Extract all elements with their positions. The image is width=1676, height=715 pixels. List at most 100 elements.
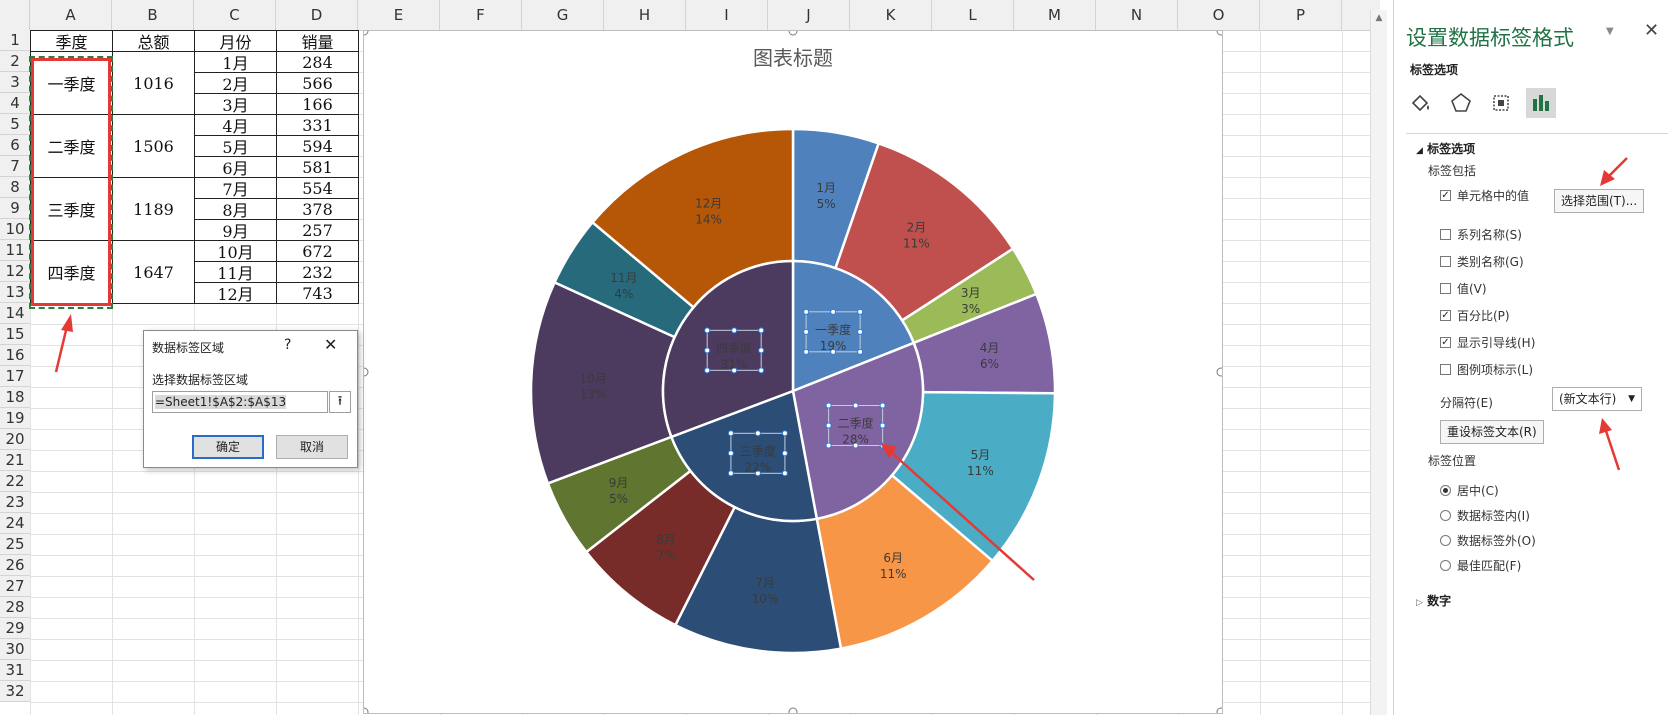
label-options-tab[interactable] xyxy=(1526,88,1556,118)
month-cell[interactable]: 11月 xyxy=(194,261,277,283)
sales-cell[interactable]: 331 xyxy=(276,114,359,136)
label-resize-handle[interactable] xyxy=(879,422,886,429)
row-header-12[interactable]: 12 xyxy=(0,261,30,282)
label-resize-handle[interactable] xyxy=(781,450,788,457)
select-range-button[interactable]: 选择范围(T)... xyxy=(1554,189,1645,213)
total-cell[interactable]: 1647 xyxy=(112,240,195,304)
column-header-M[interactable]: M xyxy=(1014,0,1096,30)
label-resize-handle[interactable] xyxy=(879,442,886,449)
pane-options-icon[interactable]: ▼ xyxy=(1606,26,1614,37)
checkbox-unchecked-icon[interactable] xyxy=(1440,229,1451,240)
close-icon[interactable]: ✕ xyxy=(1644,20,1659,41)
checkbox-option[interactable]: ✓ 显示引导线(H) xyxy=(1440,334,1535,351)
chart-resize-handle[interactable] xyxy=(359,367,369,377)
total-cell[interactable]: 1189 xyxy=(112,177,195,241)
sales-cell[interactable]: 166 xyxy=(276,93,359,115)
total-cell[interactable]: 1016 xyxy=(112,51,195,115)
effects-tab[interactable] xyxy=(1446,88,1476,118)
chart-resize-handle[interactable] xyxy=(1216,707,1226,715)
checkbox-checked-icon[interactable]: ✓ xyxy=(1440,337,1451,348)
checkbox-option[interactable]: 值(V) xyxy=(1440,280,1487,297)
table-header-cell[interactable]: 月份 xyxy=(194,30,277,52)
checkbox-checked-icon[interactable]: ✓ xyxy=(1440,310,1451,321)
help-icon[interactable]: ? xyxy=(284,337,291,353)
sales-cell[interactable]: 232 xyxy=(276,261,359,283)
data-label-range-dialog[interactable]: 数据标签区域 ? ✕ 选择数据标签区域 =Sheet1!$A$2:$A$13 ⭱… xyxy=(143,330,358,468)
column-header-A[interactable]: A xyxy=(30,0,112,30)
chart-area[interactable]: 图表标题 1月 5% 2月 11% 3月 3% 4月 6% 5月 11% 6月 11% 7月 10% 8月 7… xyxy=(359,26,1226,715)
column-header-L[interactable]: L xyxy=(932,0,1014,30)
table-header-cell[interactable]: 总额 xyxy=(112,30,195,52)
row-header-30[interactable]: 30 xyxy=(0,639,30,660)
ok-button[interactable]: 确定 xyxy=(192,435,264,459)
column-header-C[interactable]: C xyxy=(194,0,276,30)
radio-unselected-icon[interactable] xyxy=(1440,510,1451,521)
radio-unselected-icon[interactable] xyxy=(1440,560,1451,571)
label-resize-handle[interactable] xyxy=(727,430,734,437)
month-cell[interactable]: 12月 xyxy=(194,282,277,304)
label-resize-handle[interactable] xyxy=(758,327,765,334)
sales-cell[interactable]: 672 xyxy=(276,240,359,262)
radio-option[interactable]: 数据标签内(I) xyxy=(1440,507,1530,524)
radio-option[interactable]: 居中(C) xyxy=(1440,482,1499,499)
row-header-27[interactable]: 27 xyxy=(0,576,30,597)
label-resize-handle[interactable] xyxy=(857,348,864,355)
row-header-31[interactable]: 31 xyxy=(0,660,30,681)
label-resize-handle[interactable] xyxy=(803,348,810,355)
range-input[interactable]: =Sheet1!$A$2:$A$13 xyxy=(152,391,328,413)
label-resize-handle[interactable] xyxy=(803,328,810,335)
collapse-dialog-icon[interactable]: ⭱ xyxy=(329,391,351,413)
sales-cell[interactable]: 743 xyxy=(276,282,359,304)
chart-resize-handle[interactable] xyxy=(359,26,369,36)
chart-resize-handle[interactable] xyxy=(359,707,369,715)
column-header-I[interactable]: I xyxy=(686,0,768,30)
month-cell[interactable]: 8月 xyxy=(194,198,277,220)
column-header-K[interactable]: K xyxy=(850,0,932,30)
sales-cell[interactable]: 566 xyxy=(276,72,359,94)
row-header-17[interactable]: 17 xyxy=(0,366,30,387)
month-cell[interactable]: 4月 xyxy=(194,114,277,136)
label-resize-handle[interactable] xyxy=(825,402,832,409)
radio-option[interactable]: 数据标签外(O) xyxy=(1440,532,1536,549)
row-header-6[interactable]: 6 xyxy=(0,135,30,156)
row-header-29[interactable]: 29 xyxy=(0,618,30,639)
label-resize-handle[interactable] xyxy=(825,422,832,429)
checkbox-unchecked-icon[interactable] xyxy=(1440,364,1451,375)
row-header-19[interactable]: 19 xyxy=(0,408,30,429)
label-resize-handle[interactable] xyxy=(781,470,788,477)
cancel-button[interactable]: 取消 xyxy=(276,435,348,459)
label-resize-handle[interactable] xyxy=(727,450,734,457)
row-header-3[interactable]: 3 xyxy=(0,72,30,93)
row-header-14[interactable]: 14 xyxy=(0,303,30,324)
column-header-J[interactable]: J xyxy=(768,0,850,30)
table-header-cell[interactable]: 销量 xyxy=(276,30,359,52)
month-cell[interactable]: 3月 xyxy=(194,93,277,115)
column-header-H[interactable]: H xyxy=(604,0,686,30)
chart-resize-handle[interactable] xyxy=(1216,367,1226,377)
close-icon[interactable]: ✕ xyxy=(324,335,337,354)
month-cell[interactable]: 9月 xyxy=(194,219,277,241)
row-header-22[interactable]: 22 xyxy=(0,471,30,492)
row-header-11[interactable]: 11 xyxy=(0,240,30,261)
row-header-20[interactable]: 20 xyxy=(0,429,30,450)
column-header-B[interactable]: B xyxy=(112,0,194,30)
label-resize-handle[interactable] xyxy=(781,430,788,437)
vertical-scrollbar[interactable]: ▲ xyxy=(1370,10,1387,715)
label-resize-handle[interactable] xyxy=(754,430,761,437)
column-header-E[interactable]: E xyxy=(358,0,440,30)
radio-unselected-icon[interactable] xyxy=(1440,535,1451,546)
column-header-N[interactable]: N xyxy=(1096,0,1178,30)
chart-resize-handle[interactable] xyxy=(788,26,798,36)
separator-dropdown[interactable]: (新文本行) ▼ xyxy=(1552,387,1642,411)
label-resize-handle[interactable] xyxy=(803,308,810,315)
column-header-P[interactable]: P xyxy=(1260,0,1342,30)
label-resize-handle[interactable] xyxy=(704,327,711,334)
size-properties-tab[interactable] xyxy=(1486,88,1516,118)
reset-label-text-button[interactable]: 重设标签文本(R) xyxy=(1440,420,1544,444)
row-header-26[interactable]: 26 xyxy=(0,555,30,576)
fill-line-tab[interactable] xyxy=(1406,88,1436,118)
label-resize-handle[interactable] xyxy=(857,308,864,315)
sales-cell[interactable]: 378 xyxy=(276,198,359,220)
row-header-18[interactable]: 18 xyxy=(0,387,30,408)
label-resize-handle[interactable] xyxy=(830,308,837,315)
